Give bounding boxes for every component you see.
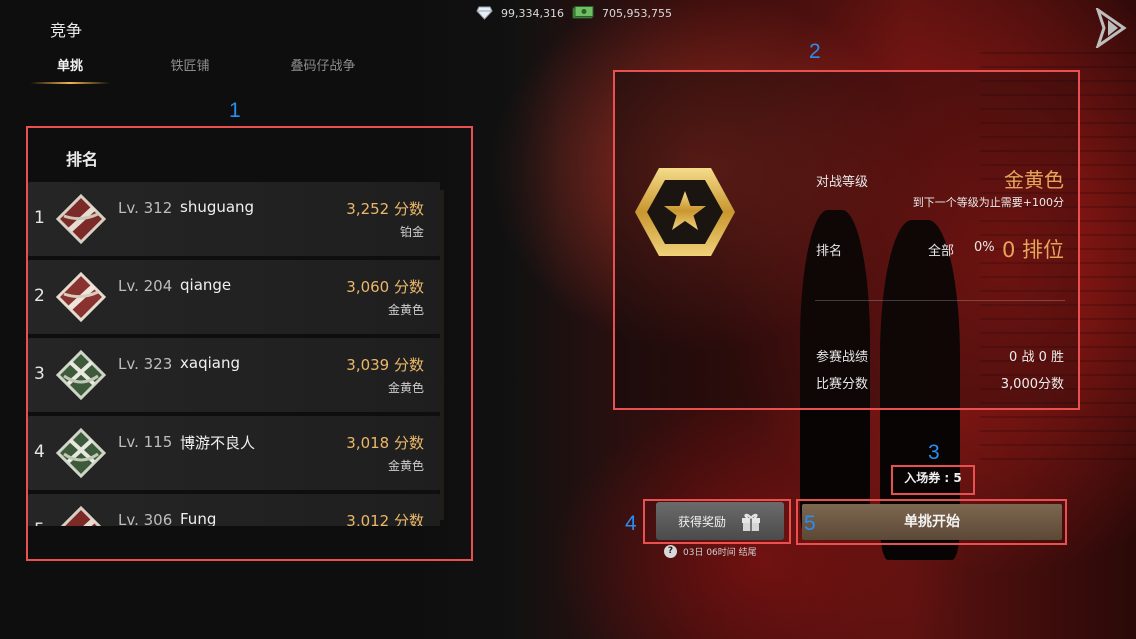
annotation-label-3: 3 bbox=[928, 441, 940, 464]
diamond-currency: 99,334,316 bbox=[476, 4, 564, 22]
next-arrow-icon[interactable] bbox=[1094, 6, 1128, 50]
diamond-amount: 99,334,316 bbox=[501, 6, 564, 20]
annotation-box-5 bbox=[796, 499, 1067, 545]
diamond-icon bbox=[476, 6, 493, 20]
tab-duel[interactable]: 单挑 bbox=[20, 56, 120, 84]
tab-bar: 单挑 铁匠铺 叠码仔战争 bbox=[20, 56, 378, 84]
cash-currency: 705,953,755 bbox=[572, 4, 672, 22]
annotation-box-3 bbox=[891, 465, 975, 495]
cash-amount: 705,953,755 bbox=[602, 6, 672, 20]
tab-junket-war[interactable]: 叠码仔战争 bbox=[268, 56, 378, 84]
question-icon[interactable]: ? bbox=[664, 545, 677, 558]
reward-timer: ? 03日 06时间 结尾 bbox=[664, 545, 757, 558]
cash-icon bbox=[572, 6, 594, 20]
page-title: 竞争 bbox=[50, 21, 83, 40]
annotation-box-4 bbox=[643, 499, 791, 544]
tab-blacksmith[interactable]: 铁匠铺 bbox=[140, 56, 240, 84]
annotation-label-5: 5 bbox=[804, 512, 816, 535]
annotation-box-1 bbox=[26, 126, 473, 561]
timer-text: 03日 06时间 结尾 bbox=[683, 548, 757, 558]
annotation-label-4: 4 bbox=[625, 512, 637, 535]
annotation-label-1: 1 bbox=[229, 99, 241, 122]
annotation-box-2 bbox=[613, 70, 1080, 410]
annotation-label-2: 2 bbox=[809, 40, 821, 63]
